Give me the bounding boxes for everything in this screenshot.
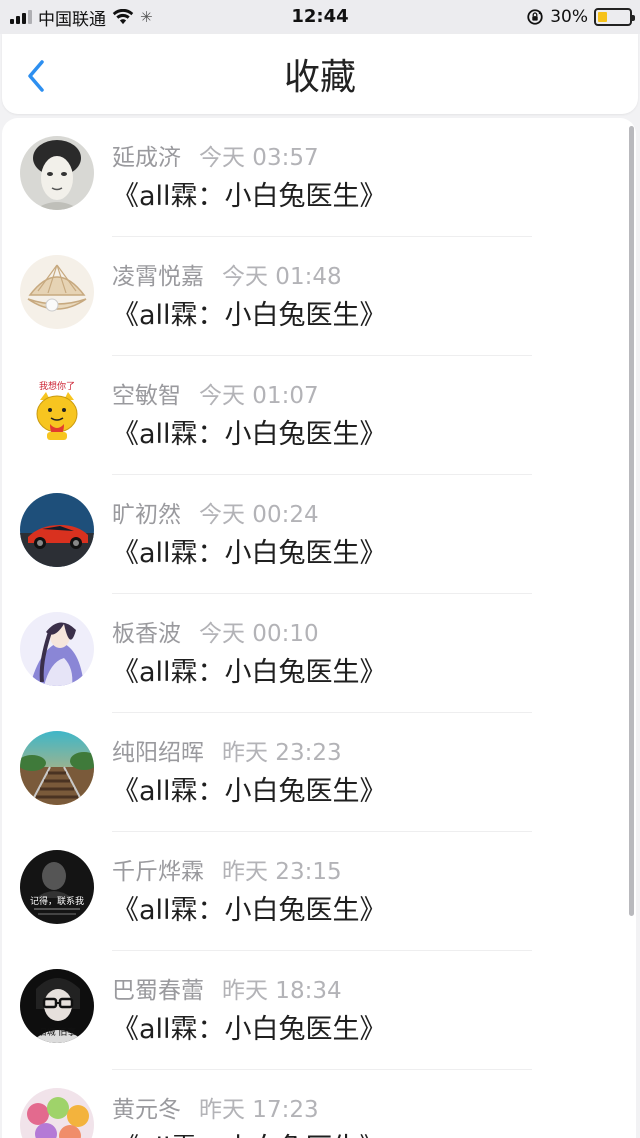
story-title[interactable]: 《all霖：小白兔医生》	[112, 1126, 387, 1138]
timestamp: 今天 01:07	[199, 383, 319, 409]
nav-header: 收藏	[2, 34, 638, 114]
avatar[interactable]	[20, 493, 94, 567]
orientation-lock-icon	[527, 9, 543, 25]
timestamp: 昨天 17:23	[199, 1097, 319, 1123]
list-item[interactable]: 我想你了 空敏智 今天 01:07 《all霖：小白兔医生》	[2, 356, 636, 475]
avatar[interactable]	[20, 136, 94, 210]
user-name: 黄元冬 昨天 17:23	[112, 1090, 319, 1124]
avatar[interactable]	[20, 1088, 94, 1138]
list-item[interactable]: 延成济 今天 03:57 《all霖：小白兔医生》	[2, 118, 636, 237]
story-title[interactable]: 《all霖：小白兔医生》	[112, 412, 387, 451]
user-name: 凌霄悦嘉 今天 01:48	[112, 257, 342, 291]
battery-percent: 30%	[550, 7, 588, 27]
user-name: 巴蜀春蕾 昨天 18:34	[112, 971, 342, 1005]
timestamp: 今天 01:48	[222, 264, 342, 290]
user-name: 纯阳绍晖 昨天 23:23	[112, 733, 342, 767]
avatar[interactable]	[20, 731, 94, 805]
status-right: 30%	[526, 0, 635, 34]
avatar-caption: 记得，联系我	[30, 895, 84, 907]
story-title[interactable]: 《all霖：小白兔医生》	[112, 769, 387, 808]
timestamp: 今天 00:10	[199, 621, 319, 647]
timestamp: 昨天 23:15	[222, 859, 342, 885]
list-item[interactable]: 板香波 今天 00:10 《all霖：小白兔医生》	[2, 594, 636, 713]
avatar[interactable]	[20, 612, 94, 686]
user-name-text: 延成济	[112, 145, 181, 171]
story-title[interactable]: 《all霖：小白兔医生》	[112, 1007, 387, 1046]
signal-strength-icon	[10, 10, 32, 24]
list-item[interactable]: 旷初然 今天 00:24 《all霖：小白兔医生》	[2, 475, 636, 594]
avatar-caption: 旧城 旧事	[38, 1026, 77, 1038]
user-name-text: 空敏智	[112, 383, 181, 409]
avatar[interactable]	[20, 255, 94, 329]
user-name-text: 巴蜀春蕾	[112, 978, 204, 1004]
story-title[interactable]: 《all霖：小白兔医生》	[112, 293, 387, 332]
user-name: 旷初然 今天 00:24	[112, 495, 319, 529]
user-name-text: 凌霄悦嘉	[112, 264, 204, 290]
story-title[interactable]: 《all霖：小白兔医生》	[112, 888, 387, 927]
story-title[interactable]: 《all霖：小白兔医生》	[112, 531, 387, 570]
timestamp: 今天 00:24	[199, 502, 319, 528]
list-item[interactable]: 旧城 旧事 巴蜀春蕾 昨天 18:34 《all霖：小白兔医生》	[2, 951, 636, 1070]
avatar[interactable]: 我想你了	[20, 374, 94, 448]
battery-level-fill	[598, 12, 607, 22]
list-item[interactable]: 凌霄悦嘉 今天 01:48 《all霖：小白兔医生》	[2, 237, 636, 356]
favorites-list[interactable]: 延成济 今天 03:57 《all霖：小白兔医生》 凌霄悦嘉 今天 01:48 《all霖…	[2, 118, 636, 1138]
user-name: 千斤烨霖 昨天 23:15	[112, 852, 342, 886]
user-name-text: 纯阳绍晖	[112, 740, 204, 766]
timestamp: 昨天 23:23	[222, 740, 342, 766]
carrier-name: 中国联通	[38, 9, 106, 30]
status-bar: 中国联通 ✳ 12:44 30%	[0, 0, 640, 34]
timestamp: 今天 03:57	[199, 145, 319, 171]
user-name: 延成济 今天 03:57	[112, 138, 319, 172]
user-name-text: 千斤烨霖	[112, 859, 204, 885]
user-name: 空敏智 今天 01:07	[112, 376, 319, 410]
avatar[interactable]: 旧城 旧事	[20, 969, 94, 1043]
story-title[interactable]: 《all霖：小白兔医生》	[112, 174, 387, 213]
list-item[interactable]: 记得，联系我 千斤烨霖 昨天 23:15 《all霖：小白兔医生》	[2, 832, 636, 951]
battery-icon	[594, 8, 635, 26]
status-left: 中国联通 ✳	[10, 0, 153, 34]
list-item[interactable]: 黄元冬昨天 17:23 《all霖：小白兔医生》	[2, 1070, 636, 1138]
user-name-text: 板香波	[112, 621, 181, 647]
wifi-icon	[112, 9, 134, 25]
avatar-caption: 我想你了	[39, 380, 75, 392]
avatar[interactable]: 记得，联系我	[20, 850, 94, 924]
timestamp: 昨天 18:34	[222, 978, 342, 1004]
user-name-text: 黄元冬	[112, 1097, 181, 1123]
user-name: 板香波 今天 00:10	[112, 614, 319, 648]
story-title[interactable]: 《all霖：小白兔医生》	[112, 650, 387, 689]
user-name-text: 旷初然	[112, 502, 181, 528]
list-item[interactable]: 纯阳绍晖 昨天 23:23 《all霖：小白兔医生》	[2, 713, 636, 832]
loading-spinner-icon: ✳	[140, 8, 153, 26]
page-title: 收藏	[283, 57, 356, 98]
